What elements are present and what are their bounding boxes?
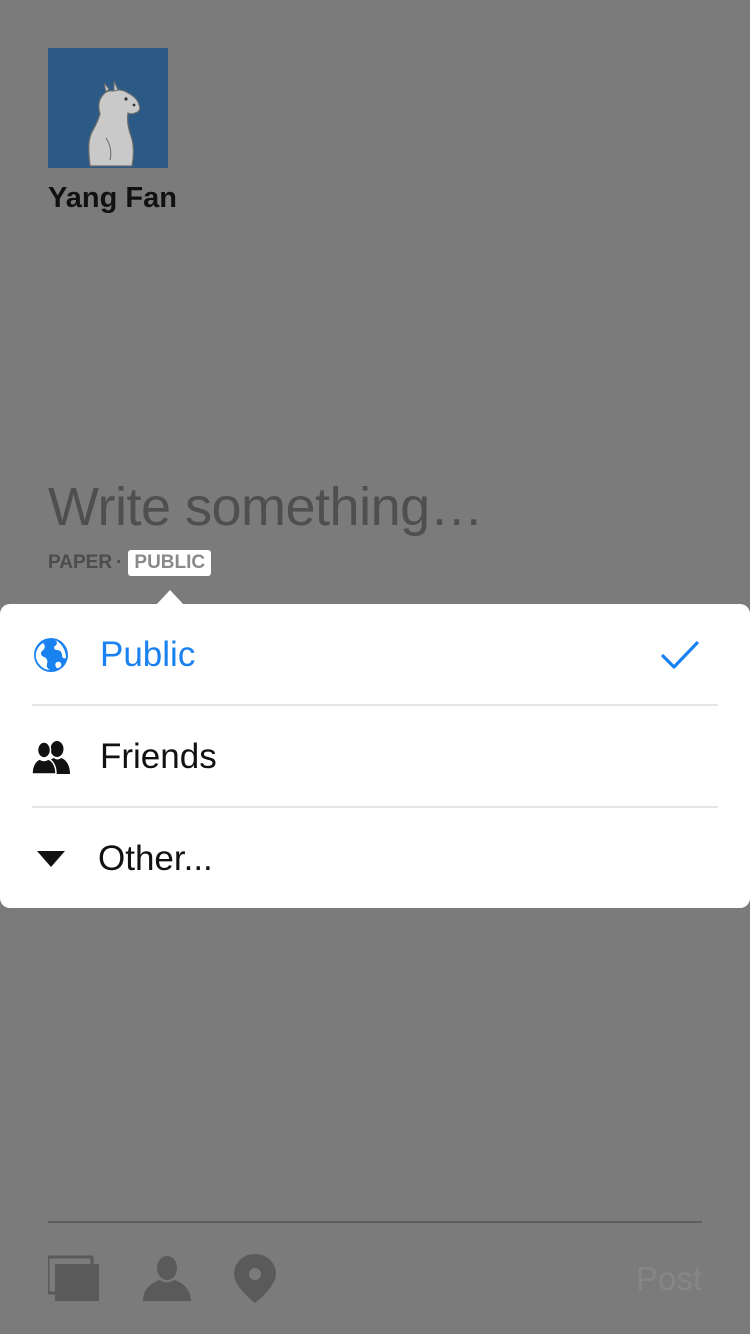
checkmark-icon — [660, 635, 700, 675]
privacy-option-label: Friends — [100, 736, 217, 776]
friends-icon — [32, 738, 70, 776]
privacy-option-other[interactable]: Other... — [0, 808, 750, 909]
meta-separator: · — [116, 552, 123, 573]
tag-person-icon[interactable] — [141, 1254, 193, 1307]
privacy-option-label: Public — [100, 634, 196, 674]
location-pin-icon[interactable] — [234, 1254, 276, 1309]
avatar-image — [48, 48, 168, 168]
privacy-option-label: Other... — [98, 838, 213, 878]
source-label: PAPER — [48, 552, 113, 573]
avatar[interactable] — [48, 48, 168, 168]
privacy-popover: Public Friends Other... — [0, 604, 750, 908]
privacy-option-public[interactable]: Public — [0, 604, 750, 705]
user-name: Yang Fan — [48, 182, 177, 214]
privacy-selector[interactable]: PUBLIC — [128, 550, 212, 576]
compose-text-input[interactable]: Write something… — [48, 476, 708, 538]
popover-arrow — [156, 590, 184, 605]
globe-icon — [32, 636, 70, 674]
toolbar-divider — [48, 1221, 702, 1223]
privacy-option-friends[interactable]: Friends — [0, 706, 750, 807]
post-button[interactable]: Post — [636, 1260, 702, 1298]
photos-icon[interactable] — [46, 1254, 100, 1307]
post-meta-row: PAPER · PUBLIC — [48, 550, 212, 576]
triangle-down-icon — [32, 840, 70, 878]
